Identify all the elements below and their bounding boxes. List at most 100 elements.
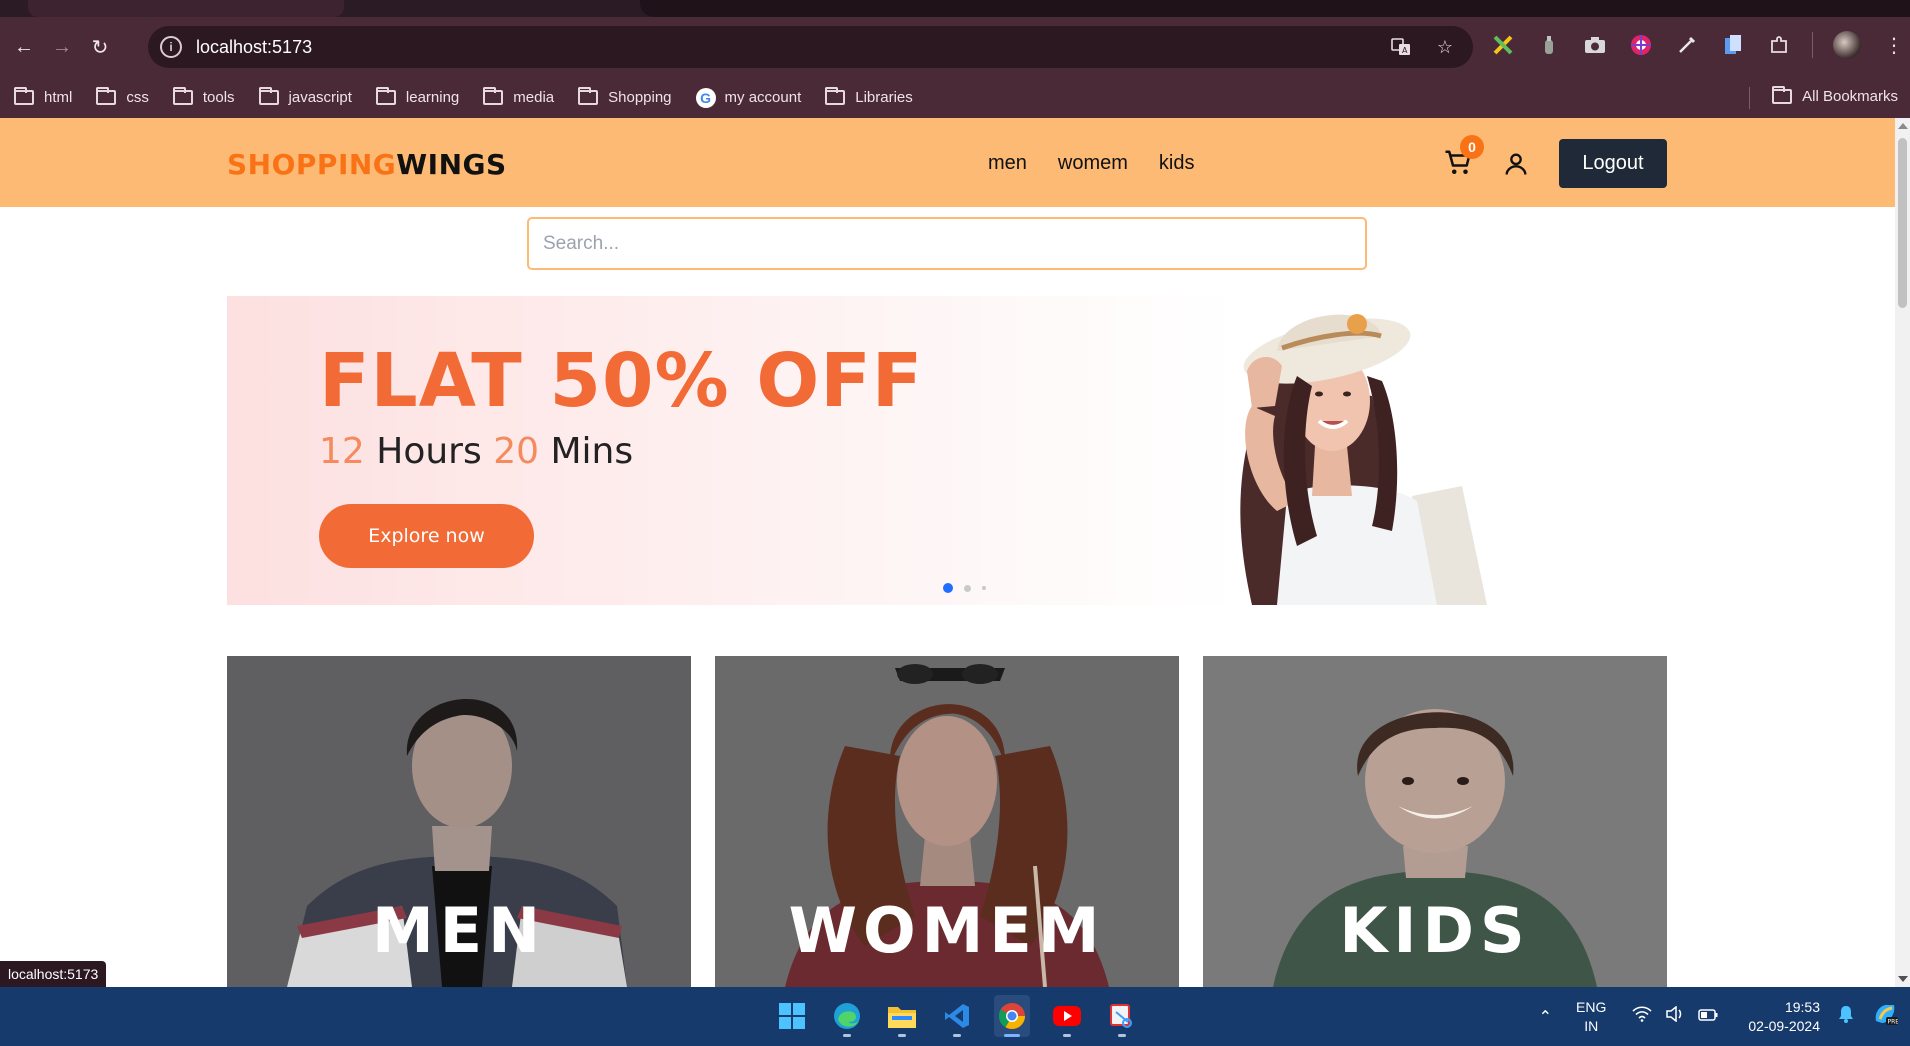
extension-bottle-icon[interactable] xyxy=(1536,32,1562,58)
all-bookmarks[interactable]: All Bookmarks xyxy=(1772,86,1898,105)
folder-icon xyxy=(825,87,846,105)
carousel-dot-2[interactable] xyxy=(964,584,971,592)
taskbar-vscode[interactable] xyxy=(939,995,975,1037)
taskbar-youtube[interactable] xyxy=(1049,995,1085,1037)
bookmark-label: javascript xyxy=(288,89,352,106)
camera-icon[interactable] xyxy=(1582,32,1608,58)
color-picker-icon[interactable] xyxy=(1628,32,1654,58)
bookmark-shopping[interactable]: Shopping xyxy=(578,87,672,106)
bookmark-label: html xyxy=(44,89,73,106)
folder-icon xyxy=(1772,86,1793,104)
address-bar[interactable]: i localhost:5173 A ☆ xyxy=(148,26,1473,68)
category-label-kids: KIDS xyxy=(1339,894,1531,967)
category-card-womem[interactable]: WOMEM xyxy=(715,656,1179,987)
forward-icon[interactable]: → xyxy=(48,33,76,61)
user-account-button[interactable] xyxy=(1502,150,1530,178)
bookmark-label: css xyxy=(126,89,149,106)
reload-icon[interactable]: ↻ xyxy=(86,33,114,61)
running-indicator xyxy=(843,1034,851,1037)
wifi-icon[interactable] xyxy=(1632,1006,1652,1027)
browser-menu-icon[interactable]: ⋮ xyxy=(1881,32,1907,58)
category-card-men[interactable]: MEN xyxy=(227,656,691,987)
youtube-icon xyxy=(1053,1006,1081,1026)
chrome-icon xyxy=(998,1003,1026,1030)
nav-link-womem[interactable]: womem xyxy=(1058,152,1128,175)
bookmark-html[interactable]: html xyxy=(14,87,73,106)
bookmark-star-icon[interactable]: ☆ xyxy=(1433,35,1457,59)
snipping-tool-icon xyxy=(1110,1004,1132,1028)
running-indicator xyxy=(953,1034,961,1037)
volume-icon[interactable] xyxy=(1666,1005,1684,1027)
site-logo[interactable]: SHOPPINGWINGS xyxy=(227,148,507,181)
extension-docs-icon[interactable] xyxy=(1720,32,1746,58)
category-card-kids[interactable]: KIDS xyxy=(1203,656,1667,987)
bookmark-tools[interactable]: tools xyxy=(172,87,235,106)
scroll-down-icon[interactable] xyxy=(1898,976,1908,982)
taskbar-file-explorer[interactable] xyxy=(884,995,920,1037)
copilot-icon[interactable]: PRE xyxy=(1872,1001,1899,1032)
folder-icon xyxy=(258,87,279,105)
notification-bell-icon[interactable] xyxy=(1838,1005,1854,1028)
bookmark-label: learning xyxy=(405,89,460,106)
back-icon[interactable]: ← xyxy=(10,33,38,61)
folder-icon xyxy=(375,87,396,105)
folder-icon xyxy=(483,87,504,105)
logout-button[interactable]: Logout xyxy=(1559,139,1667,188)
countdown-mins-value: 20 xyxy=(493,431,539,472)
nav-link-men[interactable]: men xyxy=(988,152,1027,175)
bookmark-my-account[interactable]: Gmy account xyxy=(695,87,801,108)
hero-title: FLAT 50% OFF xyxy=(319,338,924,424)
running-indicator xyxy=(898,1034,906,1037)
eyedropper-icon[interactable] xyxy=(1674,32,1700,58)
carousel-dot-3[interactable] xyxy=(982,586,986,590)
countdown-hours-label: Hours xyxy=(376,431,482,472)
user-icon xyxy=(1505,153,1527,175)
web-page: SHOPPINGWINGS men womem kids 0 Logout FL… xyxy=(0,118,1895,987)
bookmarks-divider xyxy=(1749,87,1750,109)
extension-pencil-icon[interactable] xyxy=(1490,32,1516,58)
site-info-icon[interactable]: i xyxy=(160,36,182,58)
extensions-puzzle-icon[interactable] xyxy=(1766,32,1792,58)
taskbar-chrome[interactable] xyxy=(994,995,1030,1037)
cart-button[interactable]: 0 xyxy=(1443,135,1484,178)
running-indicator xyxy=(1118,1034,1126,1037)
scroll-thumb[interactable] xyxy=(1898,138,1907,308)
bookmark-libraries[interactable]: Libraries xyxy=(825,87,913,106)
battery-icon[interactable] xyxy=(1698,1008,1718,1026)
folder-icon xyxy=(96,87,117,105)
bookmark-label: Libraries xyxy=(855,89,913,106)
clock[interactable]: 19:53 02-09-2024 xyxy=(1748,998,1820,1036)
page-scrollbar[interactable] xyxy=(1895,118,1910,987)
taskbar-snipping-tool[interactable] xyxy=(1104,995,1140,1037)
search-input[interactable] xyxy=(527,217,1367,270)
vscode-icon xyxy=(945,1004,969,1028)
bookmark-javascript[interactable]: javascript xyxy=(258,87,352,106)
edge-icon xyxy=(834,1003,860,1029)
tab-inactive[interactable] xyxy=(640,0,1910,17)
tab-active[interactable] xyxy=(28,0,344,17)
carousel-dot-1[interactable] xyxy=(943,583,953,593)
tab-strip xyxy=(0,0,1910,17)
nav-link-kids[interactable]: kids xyxy=(1159,152,1195,175)
url-text[interactable]: localhost:5173 xyxy=(196,37,312,58)
countdown-hours-value: 12 xyxy=(319,431,365,472)
bookmark-learning[interactable]: learning xyxy=(375,87,460,106)
taskbar-edge[interactable] xyxy=(829,995,865,1037)
browser-toolbar: ← → ↻ i localhost:5173 A ☆ ⋮ xyxy=(0,17,1910,77)
show-hidden-icons-icon[interactable]: ⌃ xyxy=(1539,1007,1552,1027)
bookmark-css[interactable]: css xyxy=(96,87,149,106)
translate-icon[interactable]: A xyxy=(1389,35,1413,59)
logo-part-shopping: SHOPPING xyxy=(227,148,397,181)
category-label-men: MEN xyxy=(372,894,546,967)
hero-banner: FLAT 50% OFF 12 Hours 20 Mins Explore no… xyxy=(227,296,1668,605)
explore-now-button[interactable]: Explore now xyxy=(319,504,534,568)
bookmark-label: tools xyxy=(202,89,235,106)
hero-countdown: 12 Hours 20 Mins xyxy=(319,431,633,472)
input-language[interactable]: ENG IN xyxy=(1576,998,1606,1036)
scroll-up-icon[interactable] xyxy=(1898,123,1908,129)
profile-avatar[interactable] xyxy=(1833,31,1861,59)
folder-icon xyxy=(14,87,34,105)
start-button[interactable] xyxy=(774,995,810,1037)
bookmark-media[interactable]: media xyxy=(483,87,554,106)
link-status-bubble: localhost:5173 xyxy=(0,961,107,987)
